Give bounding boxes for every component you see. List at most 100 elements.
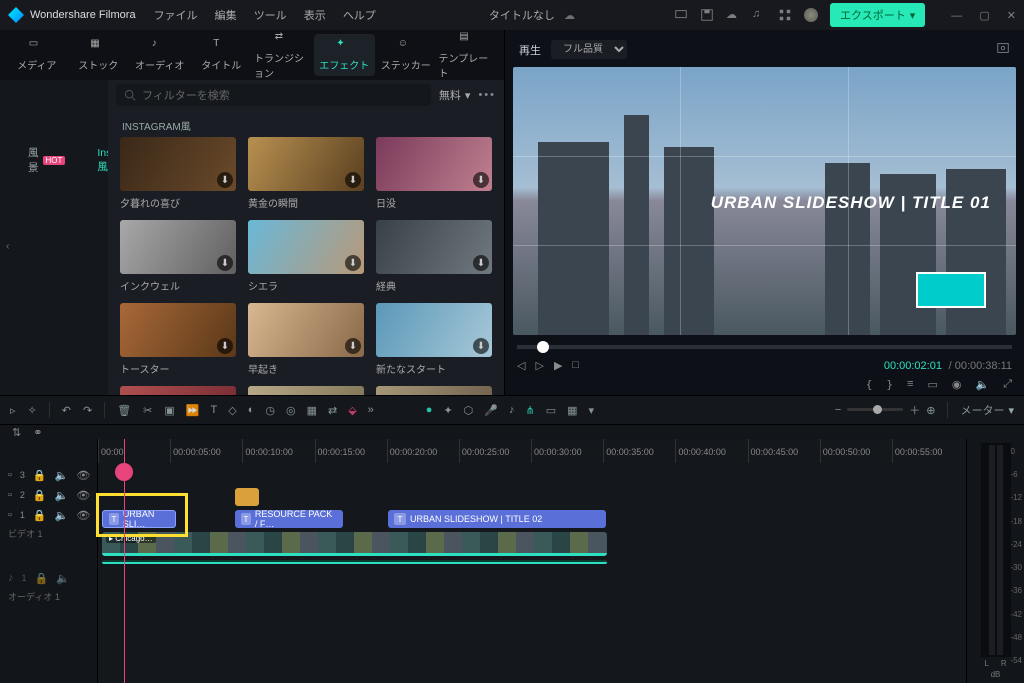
download-icon[interactable]: ⬇ xyxy=(473,255,489,271)
timer-icon[interactable]: ◷ xyxy=(265,404,275,417)
device-icon[interactable] xyxy=(674,8,688,22)
text-icon[interactable]: T xyxy=(210,404,217,416)
mute-icon[interactable]: 🔈 xyxy=(55,489,69,502)
menu-view[interactable]: 表示 xyxy=(304,10,326,22)
play-button[interactable]: ▶ xyxy=(554,359,562,372)
more-options-button[interactable]: ••• xyxy=(478,89,496,101)
track-img-icon[interactable]: ▫ xyxy=(8,489,12,501)
link-icon[interactable]: ⚭ xyxy=(33,426,42,439)
snapshot-icon[interactable] xyxy=(996,41,1010,58)
green-circle-icon[interactable]: ● xyxy=(426,404,433,416)
mute-icon[interactable]: 🔈 xyxy=(56,572,70,585)
download-icon[interactable]: ⬇ xyxy=(473,172,489,188)
more-tools-icon[interactable]: » xyxy=(368,404,374,416)
sidebar-item[interactable]: Instagram風 xyxy=(83,140,108,181)
download-icon[interactable]: ⬇ xyxy=(473,338,489,354)
display-settings-icon[interactable]: ▭ xyxy=(927,378,937,391)
tab-メディア[interactable]: ▭メディア xyxy=(6,34,68,76)
lock-icon[interactable]: 🔒 xyxy=(33,469,47,482)
qr-icon[interactable] xyxy=(778,8,792,22)
visible-icon[interactable]: 👁 xyxy=(76,489,90,502)
effect-thumb[interactable]: ⬇トースター xyxy=(120,303,236,376)
zoom-fit-button[interactable]: ⊕ xyxy=(926,404,935,417)
lock-icon[interactable]: 🔒 xyxy=(33,509,47,522)
playhead[interactable] xyxy=(124,439,125,683)
prev-frame-button[interactable]: ◁ xyxy=(517,359,525,372)
effect-thumb[interactable]: ⬇日没 xyxy=(376,137,492,210)
blend-icon[interactable]: ⬙ xyxy=(348,404,356,417)
undo-button[interactable]: ↶ xyxy=(62,404,71,417)
tab-オーディオ[interactable]: ♪オーディオ xyxy=(129,34,191,76)
layout-icon[interactable]: ▭ xyxy=(546,404,556,417)
speed-icon[interactable]: ⏩ xyxy=(186,404,200,417)
zoom-out-button[interactable]: − xyxy=(835,404,841,416)
effect-thumb[interactable]: ⬇シエラ xyxy=(248,220,364,293)
shield-icon[interactable]: ⬡ xyxy=(464,404,474,417)
crop-icon[interactable]: ▣ xyxy=(164,404,174,417)
stop-button[interactable]: □ xyxy=(572,359,579,372)
delete-button[interactable]: 🗑 xyxy=(117,404,131,417)
audio-clip[interactable] xyxy=(102,560,607,564)
split-button[interactable]: ✂ xyxy=(143,404,152,417)
fullscreen-icon[interactable]: ⤢ xyxy=(1003,378,1012,391)
cloud-upload-icon[interactable]: ☁ xyxy=(726,8,740,22)
video-clip[interactable]: ▸ Chicago… xyxy=(102,532,607,556)
title-clip-3[interactable]: TURBAN SLIDESHOW | TITLE 02 xyxy=(388,510,606,528)
sidebar-back-button[interactable]: ‹ xyxy=(0,234,108,258)
mic-icon[interactable]: 🎤 xyxy=(484,404,498,417)
mute-icon[interactable]: 🔈 xyxy=(55,469,69,482)
title-clip-2[interactable]: TRESOURCE PACK / F… xyxy=(235,510,343,528)
menu-file[interactable]: ファイル xyxy=(154,10,198,22)
grid-icon[interactable]: ▦ xyxy=(567,404,577,417)
visible-icon[interactable]: 👁 xyxy=(76,469,90,482)
tab-タイトル[interactable]: Tタイトル xyxy=(191,34,253,76)
effect-thumb[interactable]: ⬇新たなスタート xyxy=(376,303,492,376)
menu-tools[interactable]: ツール xyxy=(254,10,287,22)
zoom-slider[interactable] xyxy=(847,408,903,411)
effect-thumb[interactable]: ⬇ xyxy=(376,386,492,395)
sparkle-icon[interactable]: ✦ xyxy=(443,404,452,417)
volume-icon[interactable]: 🔈 xyxy=(975,378,989,391)
cloud-icon[interactable]: ☁ xyxy=(564,10,575,22)
title-clip-1[interactable]: TURBAN SLI… xyxy=(102,510,176,528)
tab-テンプレート[interactable]: ▤テンプレート xyxy=(437,27,499,84)
maximize-button[interactable]: ▢ xyxy=(979,10,989,22)
quality-select[interactable]: フル品質 xyxy=(551,40,627,59)
effect-thumb[interactable]: ⬇経典 xyxy=(376,220,492,293)
save-icon[interactable] xyxy=(700,8,714,22)
track-1-video[interactable]: ▸ Chicago… xyxy=(98,531,964,557)
preview-viewport[interactable]: URBAN SLIDESHOW | TITLE 01 xyxy=(513,67,1016,335)
track-audio[interactable] xyxy=(98,559,964,565)
effect-thumb[interactable]: ⬇ xyxy=(248,386,364,395)
adjust-icon[interactable]: ⇄ xyxy=(328,404,337,417)
avatar[interactable] xyxy=(804,8,818,22)
track-settings-icon[interactable]: ⇅ xyxy=(12,426,21,439)
redo-button[interactable]: ↷ xyxy=(83,404,92,417)
track-img-icon[interactable]: ▫ xyxy=(8,469,12,481)
download-icon[interactable]: ⬇ xyxy=(217,172,233,188)
track-3[interactable] xyxy=(98,487,964,507)
meter-toggle[interactable]: メーター ▾ xyxy=(960,402,1014,418)
clip-settings-icon[interactable]: ≡ xyxy=(907,378,913,391)
track-img-icon[interactable]: ▫ xyxy=(8,509,12,521)
magnet-icon[interactable]: ⋔ xyxy=(525,404,534,417)
close-button[interactable]: ✕ xyxy=(1007,10,1016,22)
tab-ステッカー[interactable]: ☺ステッカー xyxy=(375,34,437,76)
mark-out-button[interactable]: } xyxy=(886,378,893,391)
tab-ストック[interactable]: ▦ストック xyxy=(68,34,130,76)
effect-thumb[interactable]: ⬇ xyxy=(120,386,236,395)
search-input[interactable]: フィルターを検索 xyxy=(116,84,431,106)
next-frame-button[interactable]: ▷ xyxy=(535,359,543,372)
minimize-button[interactable]: — xyxy=(951,10,962,22)
mask-icon[interactable]: ◎ xyxy=(286,404,296,417)
zoom-in-button[interactable]: ＋ xyxy=(909,402,920,418)
marker-clip[interactable] xyxy=(235,488,259,506)
track-icon[interactable]: ▦ xyxy=(307,404,317,417)
menu-help[interactable]: ヘルプ xyxy=(343,10,376,22)
lock-icon[interactable]: 🔒 xyxy=(33,489,47,502)
tab-トランジション[interactable]: ⇄トランジション xyxy=(252,27,314,84)
download-icon[interactable]: ⬇ xyxy=(345,338,361,354)
effect-thumb[interactable]: ⬇夕暮れの喜び xyxy=(120,137,236,210)
tab-エフェクト[interactable]: ✦エフェクト xyxy=(314,34,376,76)
mute-icon[interactable]: 🔈 xyxy=(55,509,69,522)
